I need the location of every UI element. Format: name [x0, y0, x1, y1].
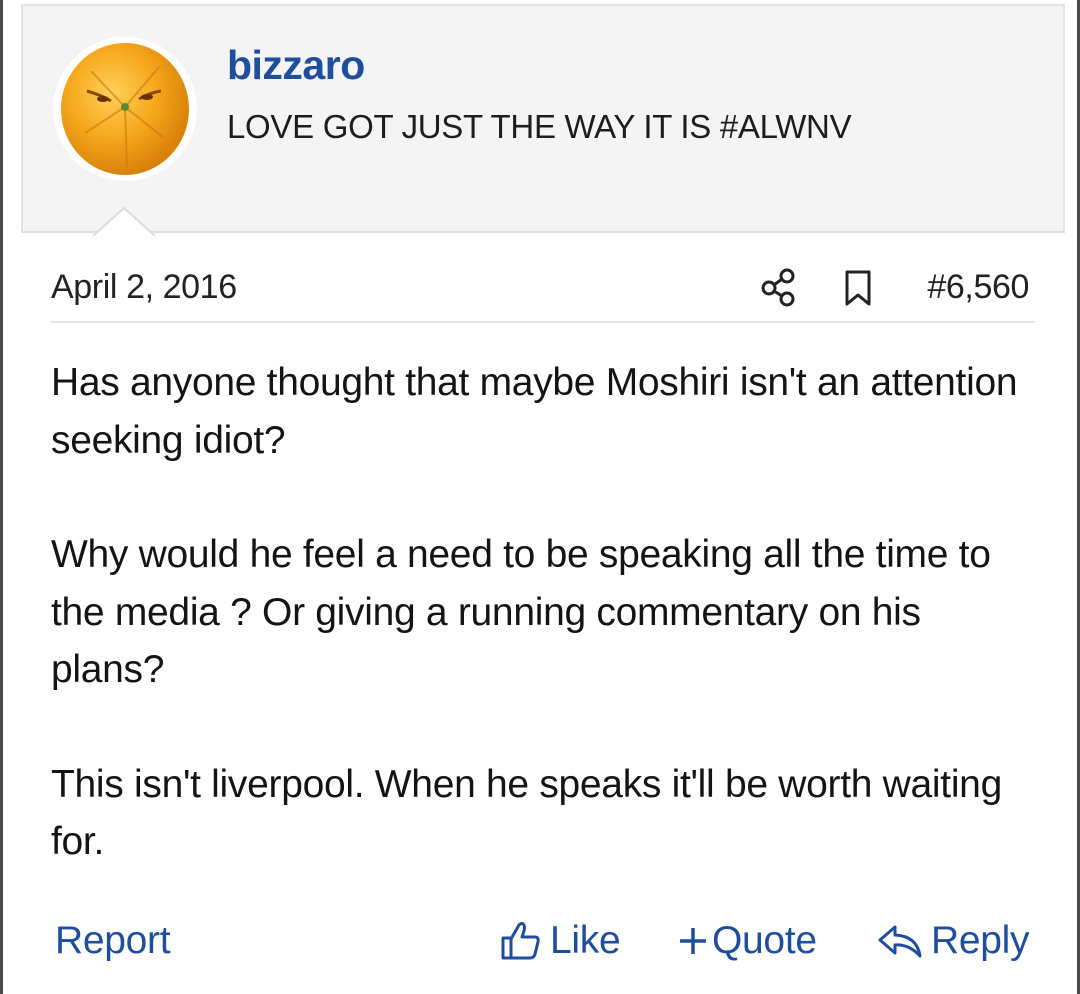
post-number-link[interactable]: #6,560 — [927, 268, 1029, 307]
speech-arrow — [93, 206, 155, 237]
like-button[interactable]: Like — [500, 914, 621, 968]
post-frame: bizzaro LOVE GOT JUST THE WAY IT IS #ALW… — [0, 0, 1080, 994]
thumbs-up-icon — [501, 922, 540, 960]
share-icon — [761, 268, 795, 307]
like-label: Like — [550, 919, 621, 962]
reply-button[interactable]: Reply — [877, 914, 1030, 968]
user-title: LOVE GOT JUST THE WAY IT IS #ALWNV — [227, 108, 852, 145]
avatar[interactable] — [53, 37, 197, 181]
post-paragraph: Has anyone thought that maybe Moshiri is… — [51, 361, 1018, 462]
post-body: Has anyone thought that maybe Moshiri is… — [51, 354, 1041, 928]
orange-fruit-face-avatar-icon — [61, 43, 189, 175]
quote-label: Quote — [712, 919, 817, 962]
bookmark-icon — [845, 270, 871, 306]
user-header: bizzaro LOVE GOT JUST THE WAY IT IS #ALW… — [21, 4, 1065, 233]
bookmark-button[interactable] — [841, 270, 875, 306]
divider — [51, 321, 1035, 323]
report-label: Report — [55, 919, 171, 962]
share-button[interactable] — [760, 267, 798, 307]
username[interactable]: bizzaro — [227, 42, 365, 89]
post-paragraph: Why would he feel a need to be speaking … — [51, 533, 991, 691]
post-date[interactable]: April 2, 2016 — [51, 268, 237, 307]
reply-label: Reply — [931, 919, 1030, 962]
post-paragraph: This isn't liverpool. When he speaks it'… — [51, 762, 1002, 864]
plus-icon — [680, 928, 706, 954]
report-button[interactable]: Report — [55, 914, 171, 968]
reply-arrow-icon — [878, 925, 922, 958]
quote-button[interactable]: Quote — [678, 914, 817, 968]
